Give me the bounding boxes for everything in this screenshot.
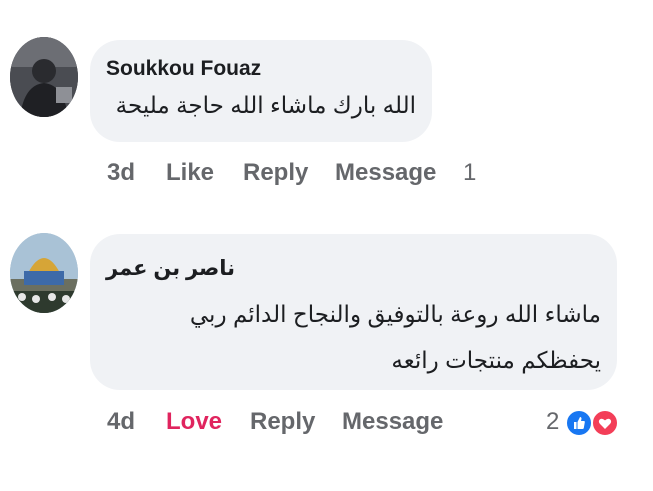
- reply-button[interactable]: Reply: [250, 408, 315, 436]
- like-icon[interactable]: [565, 409, 593, 437]
- comment-text-line: ماشاء الله روعة بالتوفيق والنجاح الدائم …: [189, 301, 601, 327]
- comment-author[interactable]: ناصر بن عمر: [106, 256, 235, 281]
- comment-time[interactable]: 4d: [107, 408, 135, 436]
- avatar[interactable]: [10, 233, 78, 313]
- avatar-photo-icon: [10, 233, 78, 313]
- comment: ناصر بن عمر ماشاء الله روعة بالتوفيق وال…: [0, 0, 653, 491]
- love-button[interactable]: Love: [166, 408, 222, 436]
- love-icon[interactable]: [591, 409, 619, 437]
- comment-text-line: يحفظكم منتجات رائعه: [391, 347, 601, 373]
- comment-actions: 4d Love Reply Message 2: [0, 408, 653, 448]
- comment-bubble: ناصر بن عمر ماشاء الله روعة بالتوفيق وال…: [90, 234, 617, 390]
- reaction-count[interactable]: 2: [546, 408, 559, 436]
- message-button[interactable]: Message: [342, 408, 443, 436]
